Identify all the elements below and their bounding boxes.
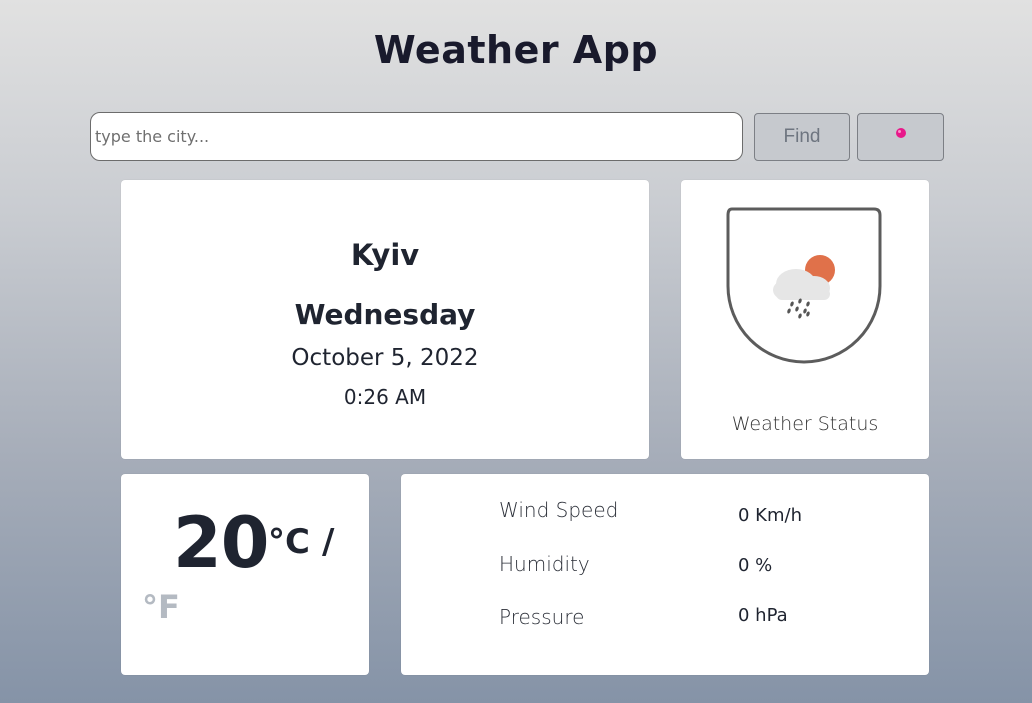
city-name: Kyiv xyxy=(350,238,420,272)
current-time: 0:26 AM xyxy=(343,385,427,409)
weather-status-label: Weather Status xyxy=(731,413,879,435)
location-date-card: Kyiv Wednesday October 5, 2022 0:26 AM xyxy=(121,180,649,459)
current-date: October 5, 2022 xyxy=(291,345,479,371)
temperature-value: 20 xyxy=(173,502,269,584)
weekday: Wednesday xyxy=(294,298,476,331)
find-button[interactable]: Find xyxy=(754,113,850,161)
temperature-card: 20 °C / °F xyxy=(121,474,369,675)
humidity-label: Humidity xyxy=(499,552,590,576)
city-search-input[interactable] xyxy=(90,112,743,161)
unit-separator: / xyxy=(322,522,335,562)
wind-speed-value: 0 Km/h xyxy=(738,505,802,526)
current-location-button[interactable] xyxy=(857,113,944,161)
app-title: Weather App xyxy=(373,28,659,72)
fahrenheit-toggle[interactable]: °F xyxy=(142,588,180,626)
pressure-label: Pressure xyxy=(499,605,585,629)
humidity-value: 0 % xyxy=(738,555,773,576)
weather-details-card: Wind Speed 0 Km/h Humidity 0 % Pressure … xyxy=(401,474,929,675)
location-dot-icon xyxy=(896,128,906,138)
pressure-value: 0 hPa xyxy=(738,605,788,626)
celsius-toggle[interactable]: °C xyxy=(268,522,310,562)
wind-speed-label: Wind Speed xyxy=(499,498,619,522)
weather-status-card: Weather Status xyxy=(681,180,929,459)
shield-frame xyxy=(726,207,882,364)
